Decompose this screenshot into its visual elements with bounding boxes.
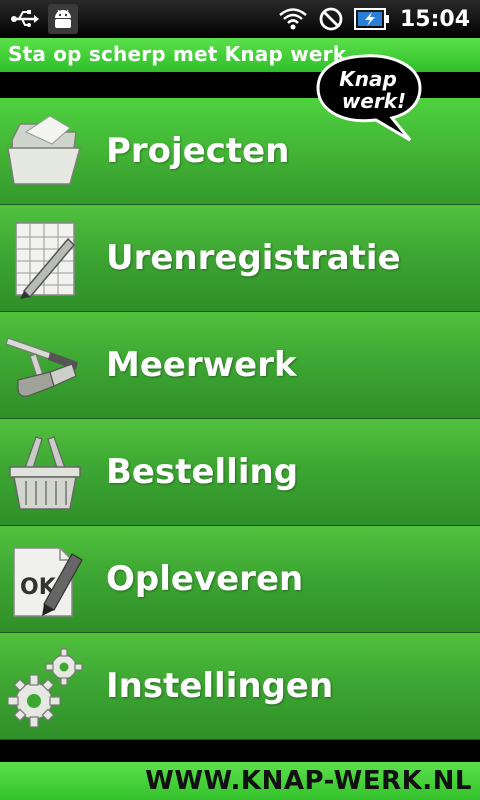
timesheet-pen-icon	[6, 217, 84, 299]
menu-label: Urenregistratie	[106, 238, 401, 278]
app-slogan: Sta op scherp met Knap werk	[8, 42, 347, 66]
menu-label: Opleveren	[106, 559, 304, 599]
menu-label: Projecten	[106, 131, 290, 171]
status-bar: 15:04	[0, 0, 480, 38]
tools-icon	[5, 324, 84, 406]
battery-charging-icon	[353, 7, 390, 31]
svg-text:werk!: werk!	[342, 89, 406, 113]
website-link[interactable]: WWW.KNAP-WERK.NL	[145, 766, 472, 796]
menu-item-opleveren[interactable]: OK Opleveren	[0, 526, 480, 633]
clock-time: 15:04	[399, 6, 470, 32]
menu-item-instellingen[interactable]: Instellingen	[0, 633, 480, 740]
menu-label: Bestelling	[106, 452, 299, 492]
menu-item-meerwerk[interactable]: Meerwerk	[0, 312, 480, 419]
svg-text:Knap: Knap	[339, 67, 397, 91]
basket-icon	[6, 431, 84, 513]
folder-icon	[6, 110, 84, 192]
footer-bar: WWW.KNAP-WERK.NL	[0, 762, 480, 800]
gears-icon	[6, 645, 84, 728]
menu-label: Meerwerk	[106, 345, 297, 385]
main-menu: Projecten Urenregistratie Meerwerk Beste…	[0, 98, 480, 740]
menu-item-bestelling[interactable]: Bestelling	[0, 419, 480, 526]
footer-divider	[0, 740, 480, 762]
wifi-icon	[278, 7, 308, 31]
knap-werk-logo: Knap werk!	[314, 50, 424, 142]
menu-item-urenregistratie[interactable]: Urenregistratie	[0, 205, 480, 312]
no-signal-icon	[318, 6, 344, 32]
usb-icon	[10, 7, 40, 31]
menu-label: Instellingen	[106, 666, 334, 706]
android-debug-icon	[48, 4, 78, 34]
ok-document-icon: OK	[6, 538, 84, 620]
